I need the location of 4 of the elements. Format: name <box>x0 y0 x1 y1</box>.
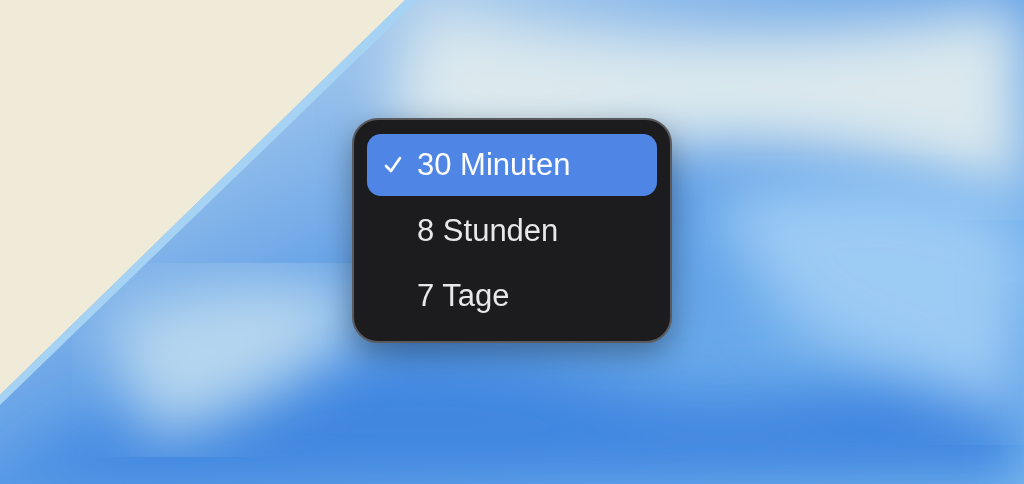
checkmark-icon <box>383 154 403 175</box>
menu-item[interactable]: 30 Minuten <box>367 134 657 196</box>
menu-item[interactable]: 8 Stunden <box>367 199 657 262</box>
menu-item[interactable]: 7 Tage <box>367 265 657 327</box>
